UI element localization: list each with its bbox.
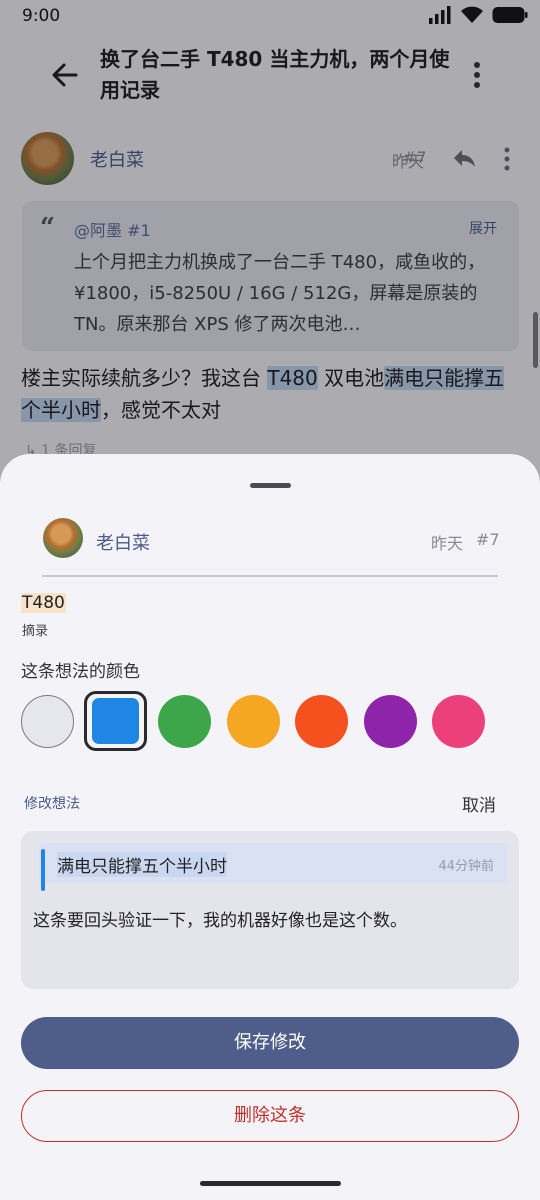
note-quote: 满电只能撑五个半小时 44分钟前 xyxy=(39,843,507,891)
save-button[interactable]: 保存修改 xyxy=(21,1017,519,1069)
note-color-bar xyxy=(41,849,45,891)
cancel-button[interactable]: 取消 xyxy=(462,791,496,816)
edit-note-sheet: 老白菜 昨天 #7 T480 摘录 这条想法的颜色 修改想法 取消 满电只能撑五… xyxy=(0,454,540,1200)
color-picker-label: 这条想法的颜色 xyxy=(21,662,140,682)
color-swatch-gray[interactable] xyxy=(21,695,74,748)
drag-handle[interactable] xyxy=(250,483,291,488)
edit-note-label: 修改想法 xyxy=(24,796,80,812)
sheet-floor: #7 xyxy=(476,530,500,549)
sheet-username: 老白菜 xyxy=(96,533,150,554)
delete-button[interactable]: 删除这条 xyxy=(21,1090,519,1142)
sheet-avatar xyxy=(43,518,83,558)
note-quote-text: 满电只能撑五个半小时 xyxy=(57,852,227,877)
color-swatch-pink[interactable] xyxy=(432,695,485,748)
home-indicator[interactable] xyxy=(200,1181,341,1186)
color-swatch-green[interactable] xyxy=(158,695,211,748)
excerpt-tag: 摘录 xyxy=(22,624,49,639)
color-swatch-blue-selected[interactable] xyxy=(84,691,147,751)
color-swatch-yellow[interactable] xyxy=(227,695,280,748)
color-swatch-purple[interactable] xyxy=(364,695,417,748)
note-text-input[interactable]: 这条要回头验证一下，我的机器好像也是这个数。 xyxy=(33,906,407,931)
color-swatch-orange[interactable] xyxy=(295,695,348,748)
excerpt-text: T480 xyxy=(21,593,66,613)
sheet-time: 昨天 xyxy=(431,534,464,553)
note-editor[interactable]: 满电只能撑五个半小时 44分钟前 这条要回头验证一下，我的机器好像也是这个数。 xyxy=(21,831,519,989)
note-quote-time: 44分钟前 xyxy=(438,859,494,874)
divider xyxy=(42,575,498,577)
